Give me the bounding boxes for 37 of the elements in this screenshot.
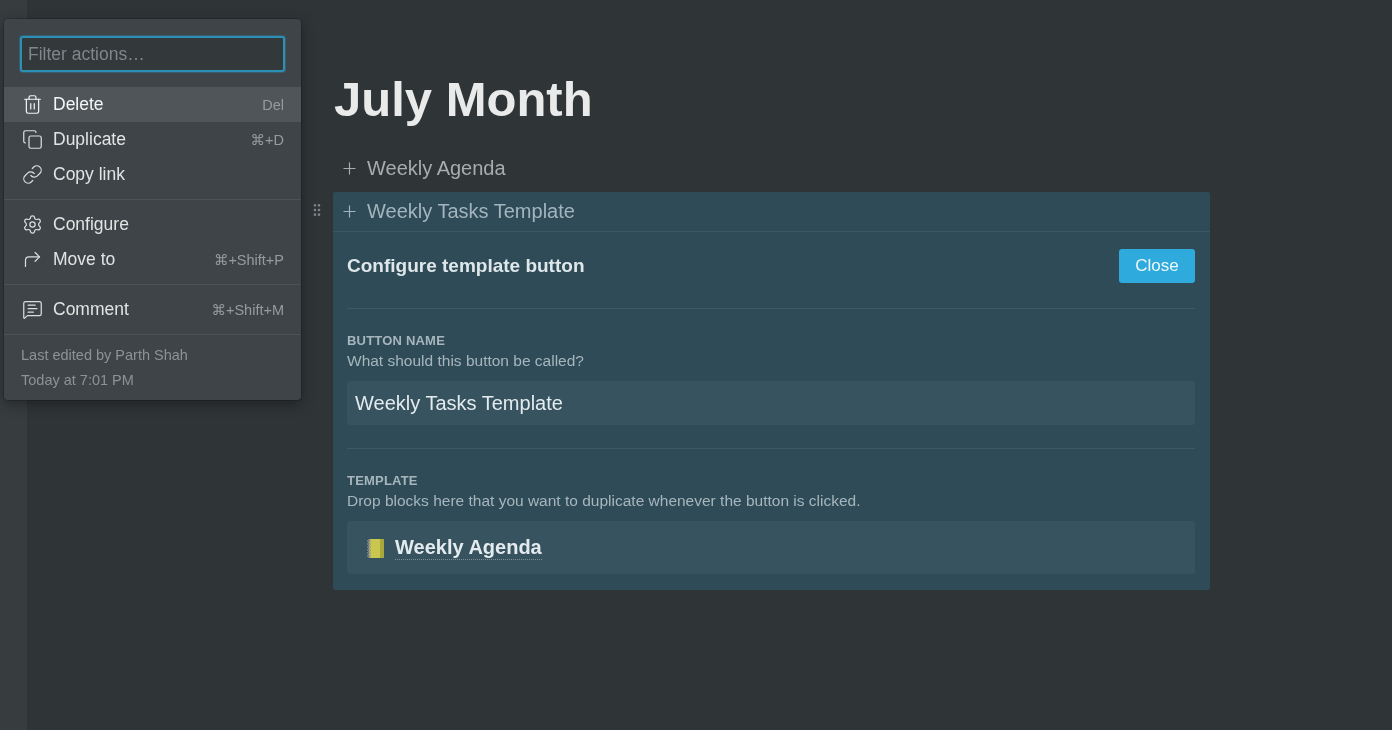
menu-item-label: Comment [53, 299, 129, 320]
plus-icon [340, 202, 359, 221]
copy-icon [22, 129, 43, 150]
menu-item[interactable]: Configure [4, 207, 301, 242]
edit-info-text: Last edited by Parth Shah [21, 346, 188, 365]
menu-item[interactable]: Duplicate ⌘+D [4, 122, 301, 157]
filter-input[interactable]: Filter actions… [20, 36, 285, 72]
corner-arrow-icon [22, 249, 43, 270]
keyboard-shortcut: ⌘+Shift+P [213, 251, 284, 268]
menu-item-label: Configure [53, 214, 129, 235]
menu-item-label: Move to [53, 249, 116, 270]
keyboard-shortcut: ⌘+D [250, 131, 284, 148]
menu-item-label: Delete [53, 94, 104, 115]
menu-item[interactable]: Move to ⌘+Shift+P [4, 242, 301, 277]
trash-icon [22, 94, 43, 115]
name-input[interactable]: Weekly Tasks Template [347, 381, 1195, 425]
speech-bubble-icon [22, 299, 43, 320]
panel-title: Configure template button [347, 255, 585, 277]
link-icon [22, 164, 43, 185]
menu-item[interactable]: Delete Del [4, 87, 301, 122]
template-button[interactable]: Weekly Tasks Template [333, 192, 583, 231]
page-title: July Month [334, 71, 593, 128]
edit-info-text: Today at 7:01 PM [21, 371, 134, 390]
menu-item-label: Copy link [53, 164, 125, 185]
notebook-icon [365, 536, 385, 559]
gear-icon [22, 214, 43, 235]
keyboard-shortcut: ⌘+Shift+M [211, 301, 284, 318]
field-description: What should this button be called? [347, 351, 584, 370]
field-label: TEMPLATE [347, 473, 418, 489]
menu-item[interactable]: Comment ⌘+Shift+M [4, 292, 301, 327]
page-link[interactable]: Weekly Agenda [395, 535, 542, 560]
field-label: BUTTON NAME [347, 333, 445, 349]
template-button[interactable]: Weekly Agenda [333, 151, 514, 185]
menu-item-label: Duplicate [53, 129, 126, 150]
menu-item[interactable]: Copy link [4, 157, 301, 192]
keyboard-shortcut: Del [262, 96, 284, 113]
field-description: Drop blocks here that you want to duplicate whenever the button is clicked. [347, 491, 861, 510]
